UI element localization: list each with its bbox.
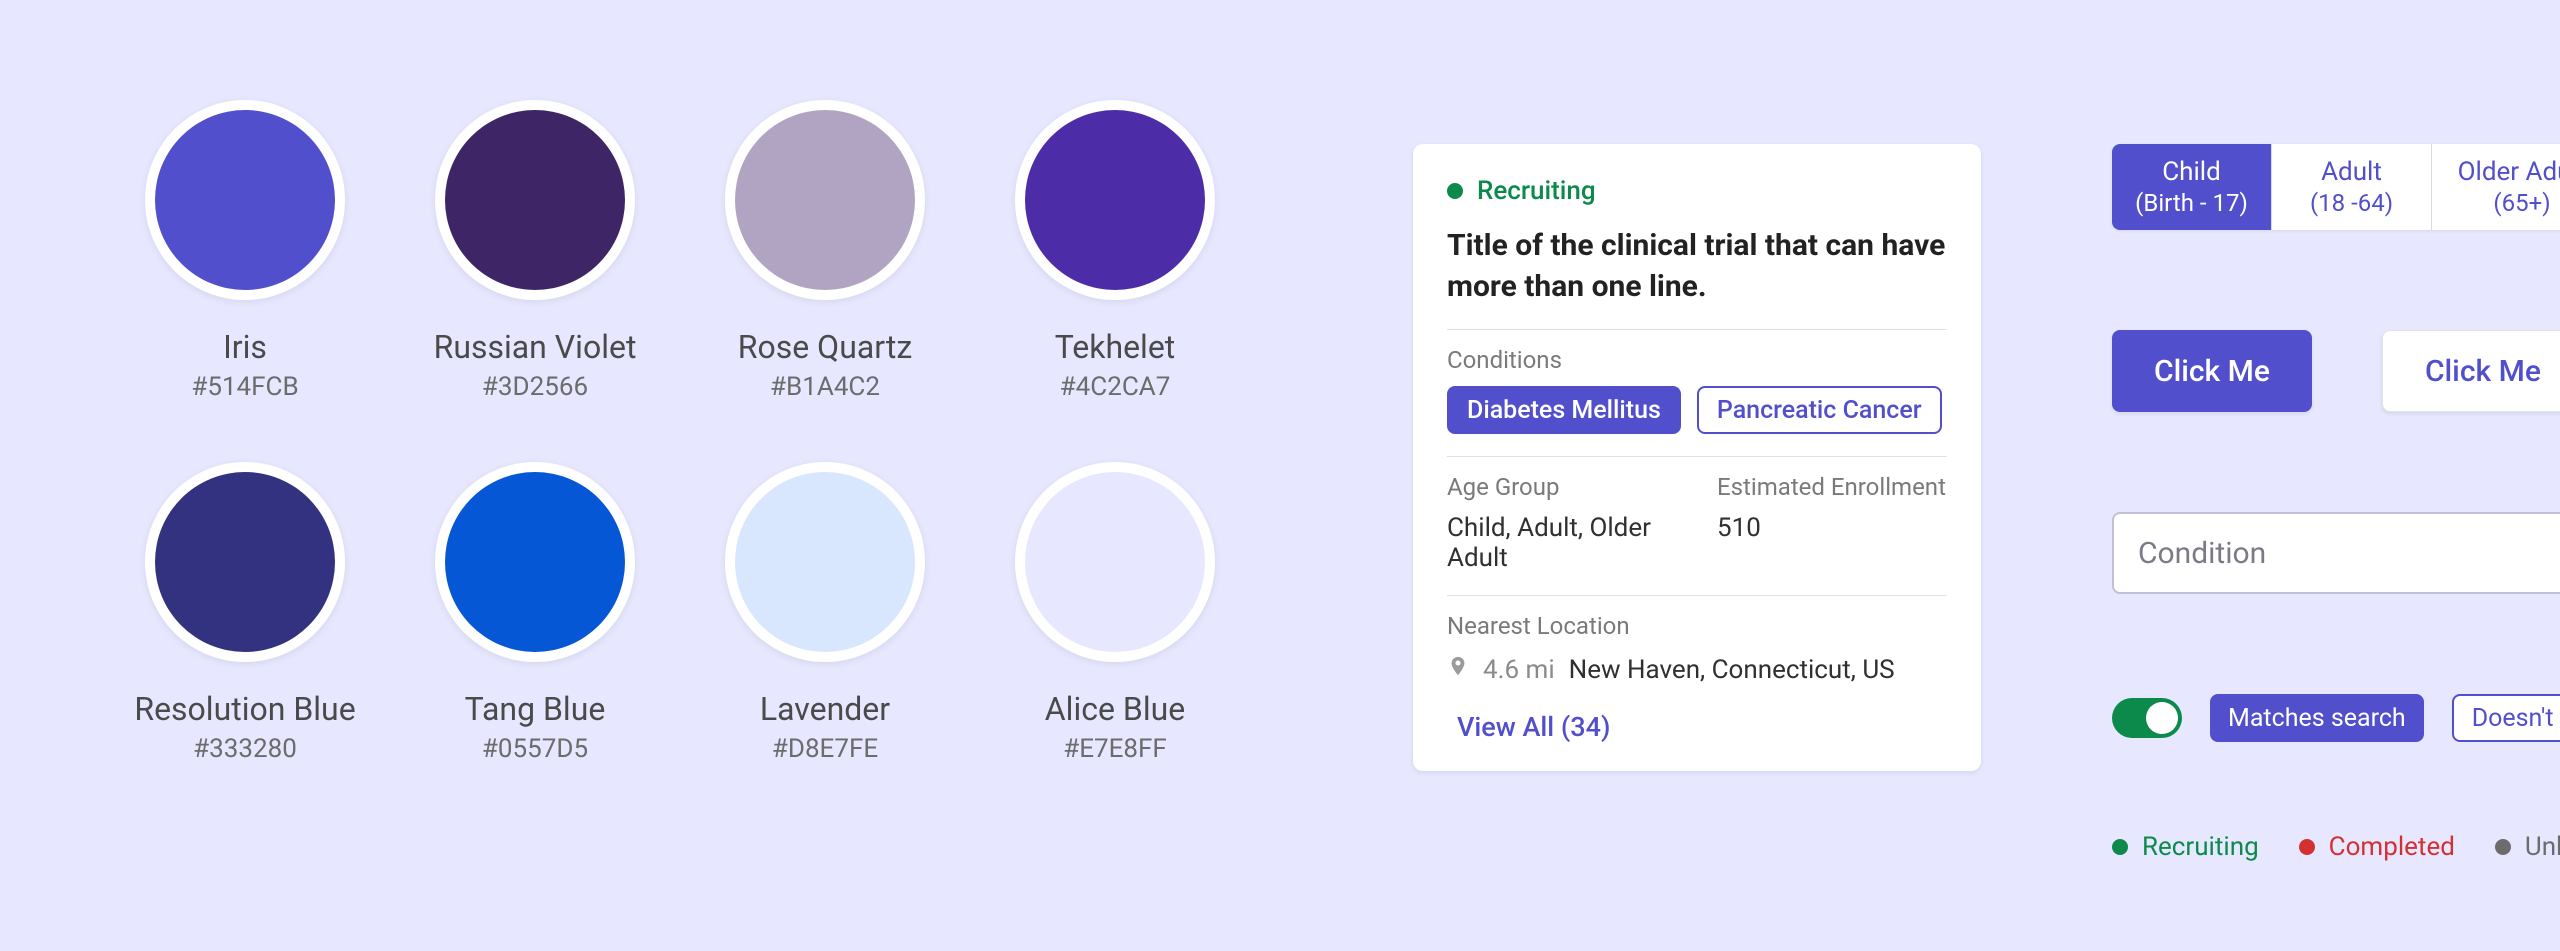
secondary-button[interactable]: Click Me (2382, 330, 2560, 412)
filter-row: Matches search Doesn't match (2112, 694, 2560, 742)
legend-label: Completed (2329, 832, 2455, 862)
primary-button[interactable]: Click Me (2112, 330, 2312, 412)
swatch-tang-blue: Tang Blue #0557D5 (390, 462, 680, 764)
toggle-knob (2146, 702, 2178, 734)
swatch-color (735, 472, 915, 652)
legend-unknown: Unknown (2495, 832, 2560, 862)
status-legend: Recruiting Completed Unknown (2112, 832, 2560, 862)
segment-label: Adult (2321, 156, 2382, 189)
enrollment-value: 510 (1717, 513, 1947, 543)
swatch-alice-blue: Alice Blue #E7E8FF (970, 462, 1260, 764)
swatch-name: Resolution Blue (134, 690, 355, 728)
swatch-frame (1015, 462, 1215, 662)
swatch-lavender: Lavender #D8E7FE (680, 462, 970, 764)
swatch-color (155, 110, 335, 290)
age-segmented-control: Child (Birth - 17) Adult (18 -64) Older … (2112, 144, 2560, 230)
conditions-chips: Diabetes Mellitus Pancreatic Cancer (1447, 386, 1947, 434)
divider (1447, 595, 1947, 596)
swatch-hex: #0557D5 (482, 734, 588, 764)
swatch-name: Tekhelet (1055, 328, 1176, 366)
pill-doesnt-match[interactable]: Doesn't match (2452, 694, 2560, 742)
swatch-hex: #B1A4C2 (770, 372, 880, 402)
segment-sub: (18 -64) (2310, 188, 2393, 218)
swatch-frame (435, 462, 635, 662)
trial-status-label: Recruiting (1477, 176, 1596, 206)
components-column: Child (Birth - 17) Adult (18 -64) Older … (2112, 144, 2560, 862)
swatch-hex: #E7E8FF (1063, 734, 1167, 764)
conditions-label: Conditions (1447, 346, 1947, 374)
swatch-color (445, 472, 625, 652)
swatch-hex: #333280 (193, 734, 297, 764)
status-dot-icon (2112, 839, 2128, 855)
swatch-name: Lavender (760, 690, 890, 728)
button-row: Click Me Click Me (2112, 330, 2560, 412)
text-input-wrap: Condition (2112, 512, 2560, 594)
segment-child[interactable]: Child (Birth - 17) (2112, 144, 2272, 230)
swatch-name: Tang Blue (465, 690, 606, 728)
swatch-name: Iris (223, 328, 267, 366)
swatch-color (1025, 110, 1205, 290)
location-pin-icon (1447, 652, 1469, 687)
nearest-location-label: Nearest Location (1447, 612, 1947, 640)
legend-label: Recruiting (2142, 832, 2259, 862)
input-placeholder: Condition (2138, 536, 2266, 571)
status-dot-icon (2299, 839, 2315, 855)
legend-completed: Completed (2299, 832, 2455, 862)
swatch-resolution-blue: Resolution Blue #333280 (100, 462, 390, 764)
status-dot-icon (2495, 839, 2511, 855)
condition-chip-primary[interactable]: Diabetes Mellitus (1447, 386, 1681, 434)
trial-status: Recruiting (1447, 176, 1947, 206)
segment-label: Child (2162, 156, 2221, 189)
divider (1447, 329, 1947, 330)
swatch-frame (725, 100, 925, 300)
swatch-russian-violet: Russian Violet #3D2566 (390, 100, 680, 402)
enrollment-label: Estimated Enrollment (1717, 473, 1947, 501)
segment-sub: (Birth - 17) (2135, 188, 2248, 218)
swatch-hex: #514FCB (191, 372, 298, 402)
swatch-hex: #3D2566 (482, 372, 588, 402)
swatch-frame (1015, 100, 1215, 300)
segment-sub: (65+) (2493, 188, 2550, 218)
trial-card[interactable]: Recruiting Title of the clinical trial t… (1413, 144, 1981, 771)
segment-adult[interactable]: Adult (18 -64) (2272, 144, 2432, 230)
age-group: Age Group Child, Adult, Older Adult (1447, 473, 1677, 573)
view-all-link[interactable]: View All (34) (1457, 711, 1610, 743)
location-distance: 4.6 mi (1483, 655, 1555, 685)
condition-chip-secondary[interactable]: Pancreatic Cancer (1697, 386, 1942, 434)
trial-meta-row: Age Group Child, Adult, Older Adult Esti… (1447, 473, 1947, 573)
swatch-tekhelet: Tekhelet #4C2CA7 (970, 100, 1260, 402)
pill-matches[interactable]: Matches search (2210, 694, 2424, 742)
swatch-hex: #D8E7FE (772, 734, 878, 764)
swatch-name: Alice Blue (1045, 690, 1185, 728)
swatch-color (735, 110, 915, 290)
swatch-frame (725, 462, 925, 662)
divider (1447, 456, 1947, 457)
swatch-frame (145, 100, 345, 300)
segment-older-adult[interactable]: Older Adult (65+) (2432, 144, 2560, 230)
color-palette: Iris #514FCB Russian Violet #3D2566 Rose… (100, 100, 1260, 764)
legend-label: Unknown (2525, 832, 2560, 862)
location-name: New Haven, Connecticut, US (1569, 655, 1895, 685)
swatch-color (1025, 472, 1205, 652)
age-group-value: Child, Adult, Older Adult (1447, 513, 1677, 573)
swatch-iris: Iris #514FCB (100, 100, 390, 402)
swatch-rose-quartz: Rose Quartz #B1A4C2 (680, 100, 970, 402)
swatch-color (445, 110, 625, 290)
legend-recruiting: Recruiting (2112, 832, 2259, 862)
swatch-color (155, 472, 335, 652)
swatch-name: Russian Violet (434, 328, 637, 366)
match-toggle[interactable] (2112, 698, 2182, 738)
trial-title: Title of the clinical trial that can hav… (1447, 226, 1947, 307)
nearest-location: 4.6 mi New Haven, Connecticut, US (1447, 652, 1947, 687)
swatch-name: Rose Quartz (738, 328, 912, 366)
swatch-hex: #4C2CA7 (1060, 372, 1171, 402)
status-dot-icon (1447, 183, 1463, 199)
condition-input[interactable]: Condition (2112, 512, 2560, 594)
segment-label: Older Adult (2458, 156, 2560, 189)
swatch-frame (435, 100, 635, 300)
swatch-frame (145, 462, 345, 662)
enrollment: Estimated Enrollment 510 (1717, 473, 1947, 573)
age-group-label: Age Group (1447, 473, 1677, 501)
